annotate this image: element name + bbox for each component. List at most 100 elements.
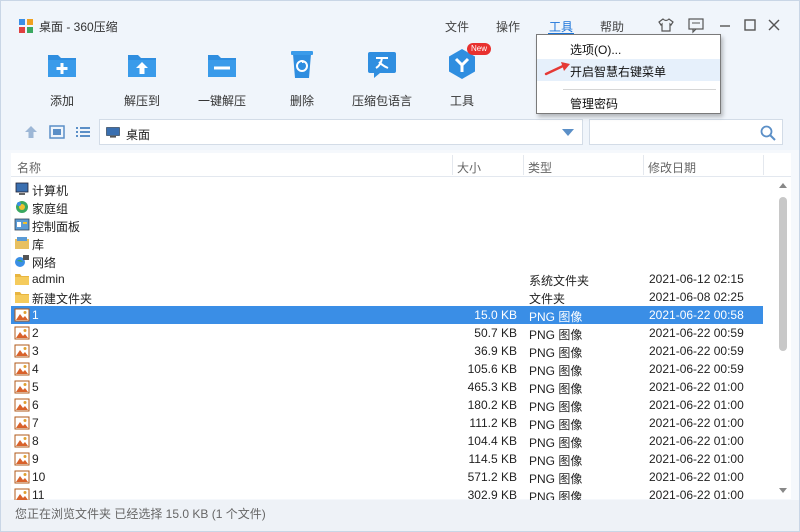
column-separator[interactable] [523,155,524,175]
file-row[interactable]: 6 180.2 KB PNG 图像 2021-06-22 01:00 [11,396,763,414]
tools-button[interactable]: 工具 [427,47,497,109]
file-size: 15.0 KB [474,308,517,322]
archive-language-button[interactable]: 压缩包语言 [347,47,417,109]
vertical-scrollbar[interactable] [775,177,791,499]
one-click-extract-button[interactable]: 一键解压 [187,47,257,109]
file-row[interactable]: 家庭组 [11,198,763,216]
menu-item-options-label: 选项(O)... [570,43,622,57]
add-button[interactable]: 添加 [27,47,97,109]
file-date: 2021-06-22 01:00 [649,416,744,430]
file-row[interactable]: 7 111.2 KB PNG 图像 2021-06-22 01:00 [11,414,763,432]
file-name: 5 [32,380,39,394]
column-separator[interactable] [763,155,764,175]
skin-shirt-icon[interactable] [657,16,675,34]
address-input[interactable]: 桌面 [99,119,583,145]
menu-help[interactable]: 帮助 [600,18,624,35]
address-dropdown-icon[interactable] [562,129,574,136]
file-row[interactable]: 库 [11,234,763,252]
file-size: 465.3 KB [467,380,517,394]
up-level-icon[interactable] [23,125,39,139]
column-header: 名称 大小 类型 修改日期 [11,153,791,177]
thumbnail-view-icon[interactable] [49,125,65,139]
menu-operation[interactable]: 操作 [496,18,520,35]
one-click-extract-icon [208,55,236,77]
file-row[interactable]: 3 36.9 KB PNG 图像 2021-06-22 00:59 [11,342,763,360]
library-icon [15,237,29,249]
column-separator[interactable] [643,155,644,175]
menu-file[interactable]: 文件 [445,18,469,35]
computer-icon [15,182,29,195]
search-icon[interactable] [760,125,776,141]
file-row[interactable]: 9 114.5 KB PNG 图像 2021-06-22 01:00 [11,450,763,468]
file-row[interactable]: 10 571.2 KB PNG 图像 2021-06-22 01:00 [11,468,763,486]
file-name: 6 [32,398,39,412]
file-date: 2021-06-22 01:00 [649,380,744,394]
app-window: 桌面 - 360压缩 文件 操作 工具 帮助 添加 解压到 一键解压 删除 压缩… [0,0,800,532]
file-date: 2021-06-22 00:59 [649,326,744,340]
file-type: 文件夹 [529,292,566,306]
file-row[interactable]: 4 105.6 KB PNG 图像 2021-06-22 00:59 [11,360,763,378]
file-row[interactable]: admin 系统文件夹 2021-06-12 02:15 [11,270,763,288]
file-type: PNG 图像 [529,364,583,378]
minimize-icon[interactable] [716,16,734,34]
column-type[interactable]: 类型 [528,159,552,176]
file-name: admin [32,272,65,286]
file-name: 新建文件夹 [32,292,93,306]
status-bar: 您正在浏览文件夹 已经选择 15.0 KB (1 个文件) [1,500,799,531]
file-type: PNG 图像 [529,454,583,468]
image-icon [14,344,30,358]
column-separator[interactable] [452,155,453,175]
image-icon [14,308,30,322]
folder-icon [15,274,29,285]
extract-to-icon [128,55,156,77]
scroll-down-icon[interactable] [779,488,787,493]
menu-item-manage-passwords[interactable]: 管理密码 [537,91,720,113]
maximize-icon[interactable] [741,16,759,34]
app-logo-icon [19,19,33,33]
list-view-icon[interactable] [75,125,91,139]
image-icon [14,398,30,412]
file-list: 名称 大小 类型 修改日期 计算机 家庭组控制面板库网络 admin 系统文件夹 202… [11,153,791,504]
desktop-icon [106,127,120,138]
scroll-thumb[interactable] [779,197,787,351]
file-row[interactable]: 计算机 [11,180,763,198]
extract-to-label: 解压到 [123,94,160,108]
image-icon [14,362,30,376]
feedback-icon[interactable] [687,16,705,34]
file-name: 控制面板 [32,220,81,234]
column-size[interactable]: 大小 [457,159,481,176]
add-icon [48,55,76,77]
column-date[interactable]: 修改日期 [648,159,696,176]
file-type: 系统文件夹 [529,274,590,288]
menu-item-options[interactable]: 选项(O)... [537,37,720,59]
file-type: PNG 图像 [529,346,583,360]
file-date: 2021-06-22 01:00 [649,470,744,484]
image-icon [14,452,30,466]
file-date: 2021-06-22 00:59 [649,362,744,376]
file-date: 2021-06-22 00:58 [649,308,744,322]
file-row[interactable]: 5 465.3 KB PNG 图像 2021-06-22 01:00 [11,378,763,396]
add-button-label: 添加 [49,94,74,108]
file-row[interactable]: 1 15.0 KB PNG 图像 2021-06-22 00:58 [11,306,763,324]
file-row[interactable]: 2 50.7 KB PNG 图像 2021-06-22 00:59 [11,324,763,342]
menu-separator [563,89,716,90]
file-size: 36.9 KB [474,344,517,358]
file-row[interactable]: 控制面板 [11,216,763,234]
close-icon[interactable] [765,16,783,34]
file-name: 3 [32,344,39,358]
file-type: PNG 图像 [529,472,583,486]
file-type: PNG 图像 [529,400,583,414]
status-text: 您正在浏览文件夹 已经选择 15.0 KB (1 个文件) [15,507,266,521]
search-input[interactable] [596,124,756,140]
file-row[interactable]: 网络 [11,252,763,270]
file-size: 111.2 KB [469,416,517,430]
archive-language-icon [368,52,396,78]
archive-language-label: 压缩包语言 [351,94,412,108]
scroll-up-icon[interactable] [779,183,787,188]
search-box [589,119,783,145]
file-row[interactable]: 8 104.4 KB PNG 图像 2021-06-22 01:00 [11,432,763,450]
file-row[interactable]: 新建文件夹 文件夹 2021-06-08 02:25 [11,288,763,306]
delete-button[interactable]: 删除 [267,47,337,109]
column-name[interactable]: 名称 [17,159,41,176]
extract-to-button[interactable]: 解压到 [107,47,177,109]
